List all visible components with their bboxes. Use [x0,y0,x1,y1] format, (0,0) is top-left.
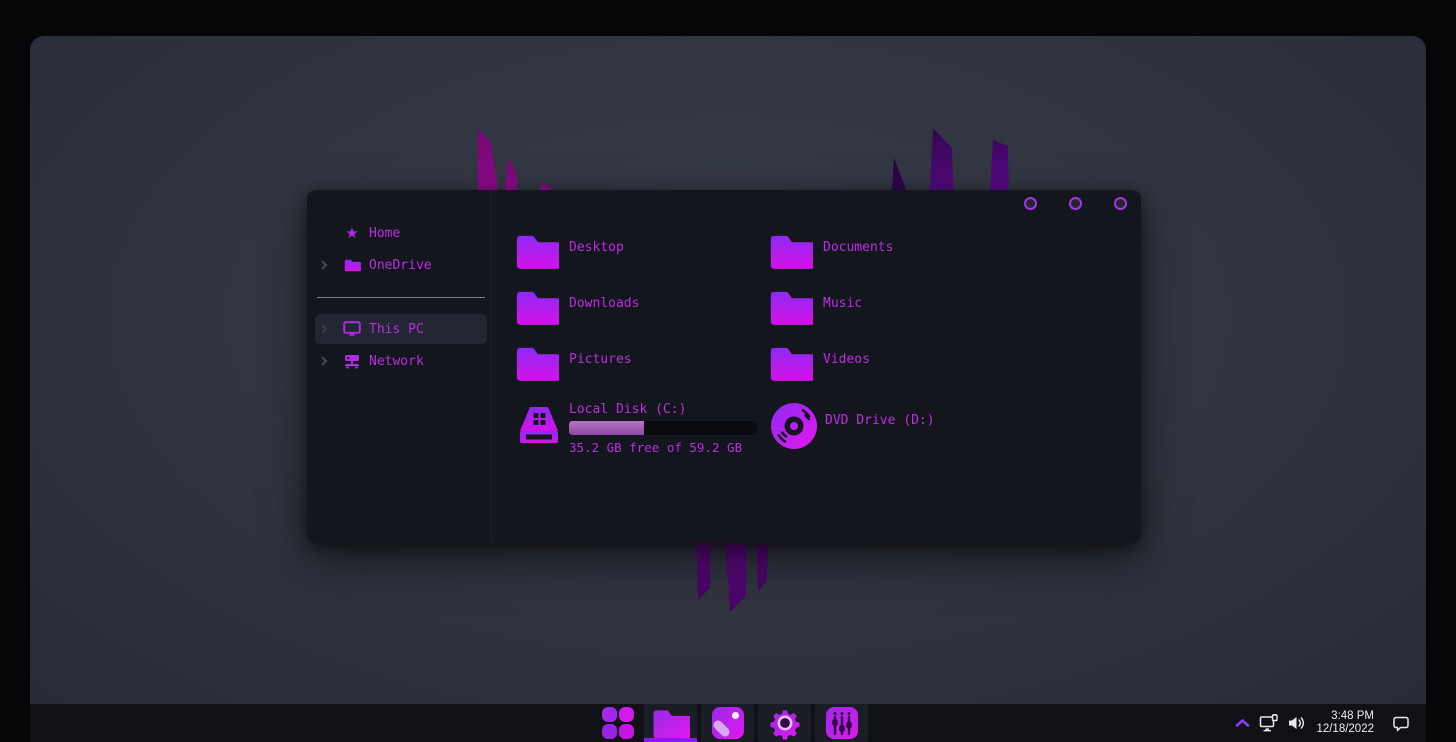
folder-tile-videos[interactable]: Videos [769,344,870,381]
sidebar-item-network[interactable]: Network [315,346,487,376]
disk-info: Local Disk (C:) 35.2 GB free of 59.2 GB [569,402,757,455]
navigation-pane: ★ Home OneDrive [307,190,492,543]
folder-icon [652,707,690,739]
sidebar-item-label: Home [369,226,400,241]
gear-icon [768,706,802,740]
folder-label: Music [823,296,862,311]
drive-label: Local Disk (C:) [569,402,757,417]
tray-clock[interactable]: 3:48 PM 12/18/2022 [1316,710,1374,736]
local-disk-tile[interactable]: Local Disk (C:) 35.2 GB free of 59.2 GB [515,402,757,455]
folder-tile-desktop[interactable]: Desktop [515,232,624,269]
sidebar-item-label: Network [369,354,424,369]
photos-icon [711,706,745,740]
tray-speaker-icon[interactable] [1287,715,1306,731]
folder-tile-pictures[interactable]: Pictures [515,344,632,381]
start-button[interactable] [596,704,640,742]
dvd-disc-icon [769,401,819,451]
folder-icon [342,258,362,272]
folder-icon [769,344,813,381]
active-app-indicator [644,738,697,742]
folder-label: Documents [823,240,893,255]
folder-icon [515,288,559,325]
disk-usage-text: 35.2 GB free of 59.2 GB [569,440,757,455]
tray-chevron-up-icon[interactable] [1235,718,1250,728]
chevron-right-icon[interactable] [320,323,335,335]
sidebar-item-label: This PC [369,322,424,337]
taskbar-mixer[interactable] [815,704,868,742]
taskbar: 3:48 PM 12/18/2022 [30,704,1426,742]
folder-label: Downloads [569,296,639,311]
tray-network-icon[interactable] [1259,714,1280,732]
taskbar-settings[interactable] [758,704,811,742]
folder-icon [515,344,559,381]
chevron-right-icon[interactable] [320,259,335,271]
folder-tile-downloads[interactable]: Downloads [515,288,639,325]
taskbar-photos[interactable] [701,704,754,742]
disk-usage-fill [569,421,644,435]
folder-view: Desktop Documents Downloads Music Pictur… [493,190,1141,543]
desktop-surface[interactable]: ★ Home OneDrive [30,36,1426,704]
disk-usage-bar [569,421,757,435]
network-icon [342,354,362,369]
taskbar-apps [596,704,868,742]
folder-label: Videos [823,352,870,367]
sidebar-item-home[interactable]: ★ Home [315,218,487,248]
system-tray: 3:48 PM 12/18/2022 [1235,704,1426,742]
hard-drive-icon [515,402,563,450]
folder-tile-documents[interactable]: Documents [769,232,893,269]
folder-icon [769,288,813,325]
sidebar-item-this-pc[interactable]: This PC [315,314,487,344]
clover-start-icon [602,707,634,739]
folder-label: Pictures [569,352,632,367]
drive-label: DVD Drive (D:) [825,413,935,451]
tray-date: 12/18/2022 [1316,723,1374,736]
folder-icon [769,232,813,269]
file-explorer-window: ★ Home OneDrive [307,190,1141,543]
star-icon: ★ [342,226,362,241]
folder-label: Desktop [569,240,624,255]
chevron-right-icon[interactable] [320,355,335,367]
sliders-icon [825,706,859,740]
sidebar-item-onedrive[interactable]: OneDrive [315,250,487,280]
folder-icon [515,232,559,269]
sidebar-item-label: OneDrive [369,258,432,273]
taskbar-file-explorer[interactable] [644,704,697,742]
notification-icon[interactable] [1392,715,1410,732]
sidebar-separator [317,297,485,298]
dvd-drive-tile[interactable]: DVD Drive (D:) [769,401,935,451]
monitor-icon [342,321,362,337]
tray-time: 3:48 PM [1316,710,1374,723]
folder-tile-music[interactable]: Music [769,288,862,325]
